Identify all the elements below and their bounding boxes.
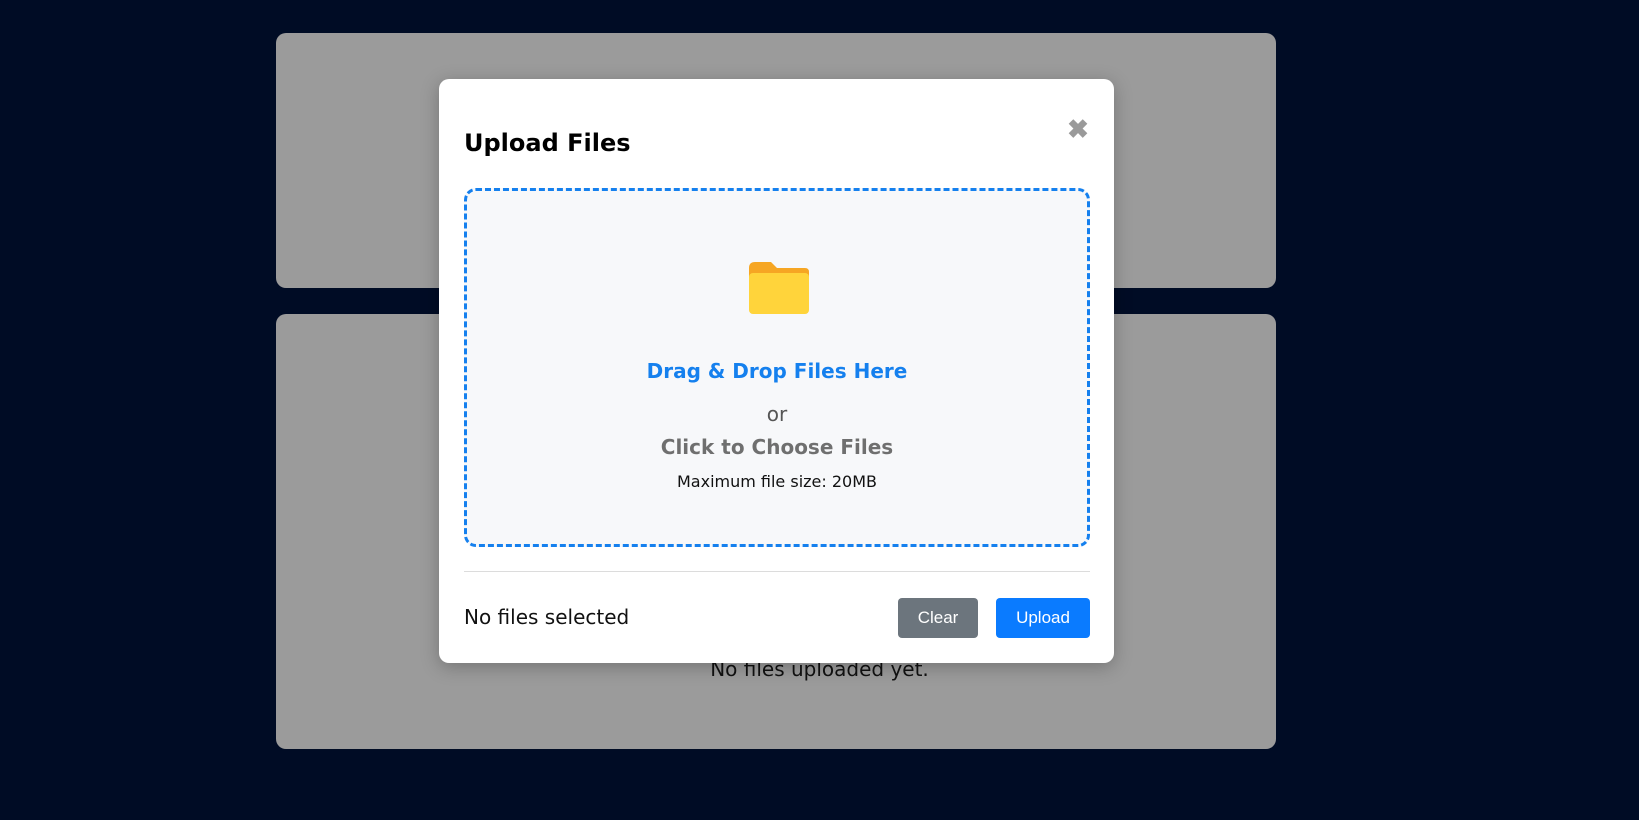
folder-icon (749, 262, 809, 314)
max-file-size-note: Maximum file size: 20MB (676, 472, 877, 491)
modal-divider (464, 571, 1090, 572)
file-dropzone[interactable]: Drag & Drop Files Here or Click to Choos… (464, 188, 1090, 547)
drag-drop-label: Drag & Drop Files Here (646, 359, 908, 383)
clear-button[interactable]: Clear (898, 598, 978, 638)
upload-button[interactable]: Upload (996, 598, 1090, 638)
choose-files-link[interactable]: Click to Choose Files (467, 435, 1087, 459)
page: No files uploaded yet. Upload Files ✖ Dr… (0, 0, 1639, 820)
close-icon[interactable]: ✖ (1066, 115, 1090, 143)
selected-files-status: No files selected (464, 605, 630, 629)
upload-modal: Upload Files ✖ Drag & Drop Files Here or… (439, 79, 1114, 663)
or-label: or (766, 402, 788, 426)
modal-title: Upload Files (464, 129, 631, 157)
